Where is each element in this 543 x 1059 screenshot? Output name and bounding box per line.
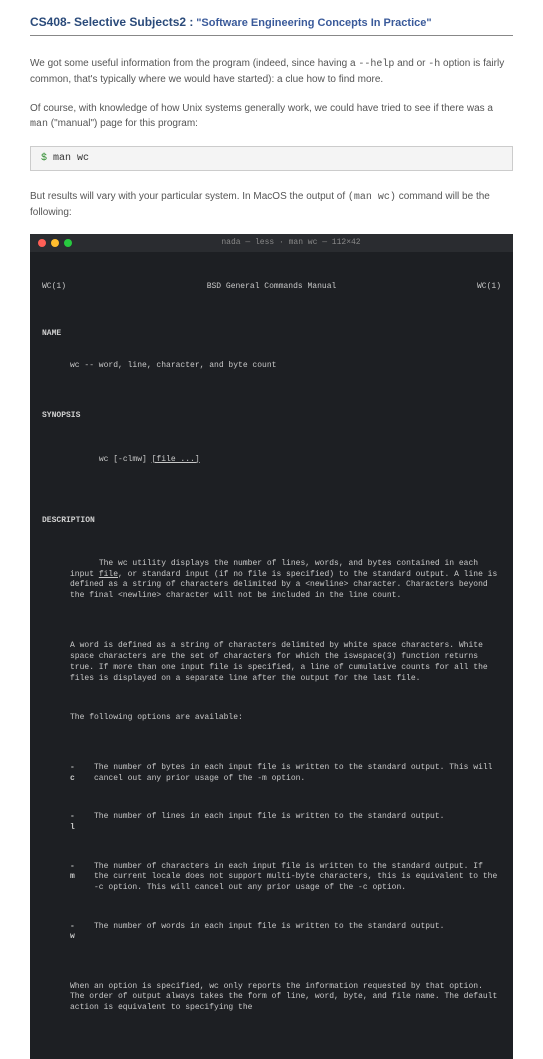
- paragraph-3: But results will vary with your particul…: [30, 189, 513, 220]
- text: , or standard input (if no file is speci…: [70, 570, 502, 601]
- terminal-title: nada — less · man wc — 112×42: [221, 238, 360, 249]
- terminal-body: WC(1) BSD General Commands Manual WC(1) …: [30, 252, 513, 1051]
- inline-code: --help: [358, 59, 394, 70]
- man-header-right: WC(1): [477, 282, 501, 293]
- option-flag: -l: [42, 812, 74, 834]
- option-row: -c The number of bytes in each input fil…: [42, 763, 501, 785]
- inline-code: -h: [428, 59, 440, 70]
- desc-para-4: When an option is specified, wc only rep…: [42, 982, 501, 1014]
- text: We got some useful information from the …: [30, 58, 358, 69]
- close-icon[interactable]: [38, 239, 46, 247]
- man-header: WC(1) BSD General Commands Manual WC(1): [42, 282, 501, 293]
- man-header-left: WC(1): [42, 282, 66, 293]
- terminal-window: nada — less · man wc — 112×42 WC(1) BSD …: [30, 234, 513, 1059]
- desc-para-2: A word is defined as a string of charact…: [42, 641, 501, 684]
- option-flag: -m: [42, 862, 74, 894]
- option-flag: -c: [42, 763, 74, 785]
- option-row: -w The number of words in each input fil…: [42, 922, 501, 944]
- course-code: CS408- Selective Subjects2 :: [30, 15, 193, 29]
- desc-para-1: The wc utility displays the number of li…: [42, 548, 501, 613]
- terminal-titlebar: nada — less · man wc — 112×42: [30, 234, 513, 252]
- text: Of course, with knowledge of how Unix sy…: [30, 103, 493, 114]
- section-name: NAME: [42, 329, 501, 340]
- option-flag: -w: [42, 922, 74, 944]
- section-synopsis: SYNOPSIS: [42, 411, 501, 422]
- code-block: $ man wc: [30, 146, 513, 171]
- page-header: CS408- Selective Subjects2 : "Software E…: [30, 15, 513, 36]
- text: ("manual") page for this program:: [48, 118, 198, 129]
- name-line: wc -- word, line, character, and byte co…: [42, 361, 501, 372]
- shell-command: man wc: [53, 153, 89, 164]
- paragraph-1: We got some useful information from the …: [30, 56, 513, 87]
- inline-code: man: [30, 119, 48, 130]
- minimize-icon[interactable]: [51, 239, 59, 247]
- course-subtitle: "Software Engineering Concepts In Practi…: [196, 17, 431, 29]
- text: wc [-clmw]: [99, 455, 152, 464]
- option-desc: The number of characters in each input f…: [74, 862, 501, 894]
- underlined-arg: file: [99, 570, 118, 579]
- paragraph-2: Of course, with knowledge of how Unix sy…: [30, 101, 513, 132]
- option-row: -m The number of characters in each inpu…: [42, 862, 501, 894]
- man-header-center: BSD General Commands Manual: [66, 282, 477, 293]
- shell-prompt: $: [41, 153, 53, 164]
- text: and or: [394, 58, 428, 69]
- synopsis-line: wc [-clmw] [file ...]: [42, 444, 501, 476]
- option-desc: The number of words in each input file i…: [74, 922, 501, 944]
- option-desc: The number of lines in each input file i…: [74, 812, 501, 834]
- underlined-arg: [file ...]: [152, 455, 200, 464]
- desc-para-3: The following options are available:: [42, 713, 501, 724]
- section-description: DESCRIPTION: [42, 516, 501, 527]
- option-row: -l The number of lines in each input fil…: [42, 812, 501, 834]
- inline-code: (man wc): [348, 192, 396, 203]
- text: But results will vary with your particul…: [30, 191, 348, 202]
- option-desc: The number of bytes in each input file i…: [74, 763, 501, 785]
- maximize-icon[interactable]: [64, 239, 72, 247]
